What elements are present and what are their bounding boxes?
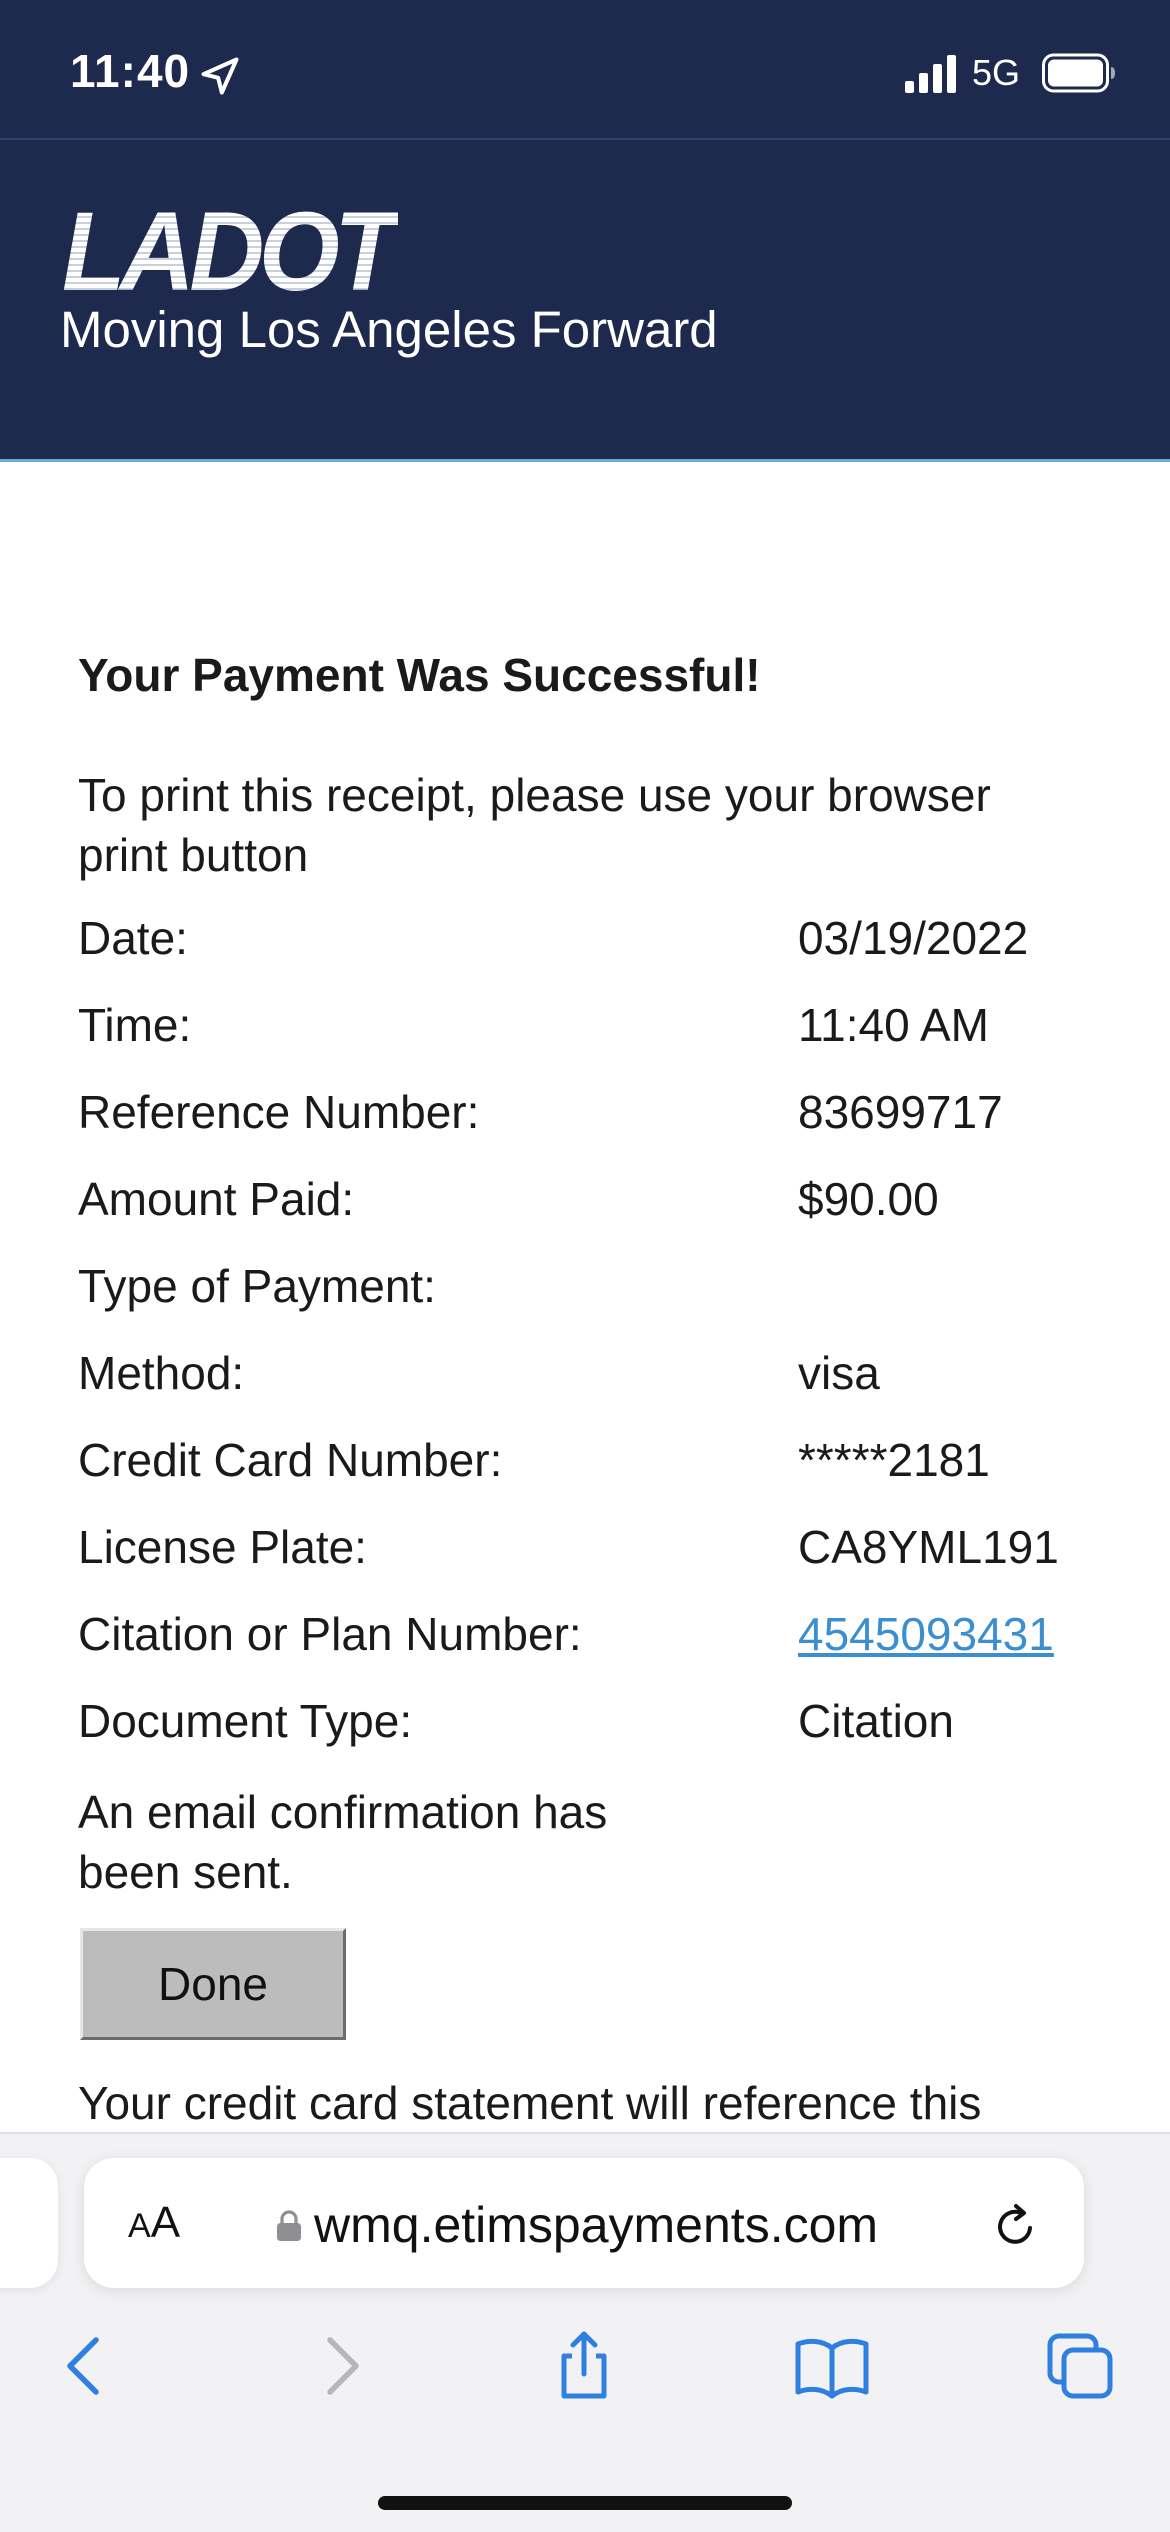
share-icon[interactable] <box>544 2326 624 2406</box>
row-value: 11:40 AM <box>798 999 989 1051</box>
row-label: Reference Number: <box>78 1086 480 1138</box>
email-confirmation-note: An email confirmation has been sent. <box>78 1786 608 1898</box>
ladot-logo: LADOT <box>62 200 398 296</box>
row-value: $90.00 <box>798 1173 939 1225</box>
row-value: Citation <box>798 1695 954 1747</box>
receipt-row-credit-card-number: Credit Card Number: *****2181 <box>78 1433 1098 1493</box>
status-bar: 11:40 5G <box>0 0 1170 140</box>
row-label: License Plate: <box>78 1521 367 1573</box>
row-label: Type of Payment: <box>78 1260 436 1312</box>
home-indicator <box>378 2496 792 2510</box>
status-time: 11:40 <box>70 45 191 97</box>
cellular-signal-icon <box>905 55 956 93</box>
receipt-row-method: Method: visa <box>78 1346 1098 1406</box>
citation-number-link[interactable]: 4545093431 <box>798 1607 1054 1661</box>
done-button[interactable]: Done <box>80 1928 346 2040</box>
receipt-row-document-type: Document Type: Citation <box>78 1694 1098 1754</box>
row-label: Method: <box>78 1347 245 1399</box>
statement-note: Your credit card statement will referenc… <box>78 2077 982 2129</box>
browser-bottom-bar: AA wmq.etimspayments.com <box>0 2132 1170 2532</box>
site-tagline: Moving Los Angeles Forward <box>60 301 718 358</box>
row-label: Time: <box>78 999 192 1051</box>
url-text: wmq.etimspayments.com <box>314 2197 879 2253</box>
row-label: Citation or Plan Number: <box>78 1608 582 1660</box>
lock-icon <box>277 2210 301 2241</box>
reader-settings-button[interactable]: AA <box>128 2198 180 2248</box>
location-arrow-icon <box>201 57 239 95</box>
aa-big-letter: A <box>150 2198 181 2247</box>
forward-icon[interactable] <box>300 2326 380 2406</box>
previous-tab-preview[interactable] <box>0 2158 58 2288</box>
receipt-row-date: Date: 03/19/2022 <box>78 911 1098 971</box>
row-value: CA8YML191 <box>798 1521 1059 1573</box>
row-label: Credit Card Number: <box>78 1434 503 1486</box>
site-header: LADOT Moving Los Angeles Forward <box>0 140 1170 462</box>
aa-small-letter: A <box>128 2207 151 2245</box>
receipt-row-citation-number: Citation or Plan Number: 4545093431 <box>78 1607 1098 1667</box>
row-value: *****2181 <box>798 1434 990 1486</box>
print-instruction: To print this receipt, please use your b… <box>78 769 991 881</box>
svg-text:LADOT: LADOT <box>62 200 398 296</box>
page-title: Your Payment Was Successful! <box>78 649 761 701</box>
back-icon[interactable] <box>46 2326 126 2406</box>
receipt-row-license-plate: License Plate: CA8YML191 <box>78 1520 1098 1580</box>
screen: 11:40 5G LADOT Moving Los Angeles Forwar… <box>0 0 1170 2532</box>
receipt-row-type-of-payment: Type of Payment: <box>78 1259 1098 1319</box>
address-bar[interactable]: AA wmq.etimspayments.com <box>84 2158 1084 2288</box>
receipt-row-amount-paid: Amount Paid: $90.00 <box>78 1172 1098 1232</box>
row-label: Amount Paid: <box>78 1173 355 1225</box>
reload-icon[interactable] <box>990 2200 1042 2252</box>
receipt-row-time: Time: 11:40 AM <box>78 998 1098 1058</box>
row-value: 03/19/2022 <box>798 912 1029 964</box>
battery-icon <box>1042 53 1115 93</box>
receipt-row-reference-number: Reference Number: 83699717 <box>78 1085 1098 1145</box>
network-type: 5G <box>972 52 1021 93</box>
bookmarks-icon[interactable] <box>792 2326 872 2406</box>
row-label: Date: <box>78 912 188 964</box>
row-label: Document Type: <box>78 1695 413 1747</box>
row-value: 83699717 <box>798 1086 1003 1138</box>
row-value: visa <box>798 1347 880 1399</box>
tabs-icon[interactable] <box>1040 2326 1120 2406</box>
